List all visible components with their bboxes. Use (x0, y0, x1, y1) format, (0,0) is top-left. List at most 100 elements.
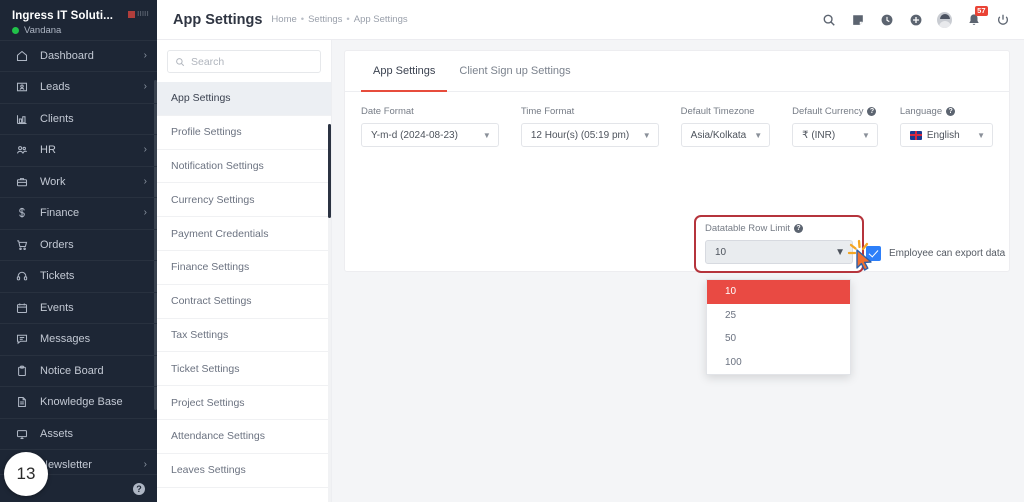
select-value: Y-m-d (2024-08-23) (371, 129, 458, 141)
sidebar-item-label: Orders (40, 238, 74, 251)
sidebar-item-assets[interactable]: Assets (0, 417, 157, 450)
settings-item-profile-settings[interactable]: Profile Settings (157, 116, 331, 150)
settings-item-app-settings[interactable]: App Settings (157, 82, 331, 116)
settings-scrollbar[interactable] (328, 124, 331, 218)
sidebar-item-work[interactable]: Work › (0, 165, 157, 198)
settings-item-notification-settings[interactable]: Notification Settings (157, 150, 331, 184)
bell-icon[interactable]: 57 (966, 6, 988, 27)
chevron-down-icon: ▼ (977, 130, 985, 140)
help-tooltip-icon[interactable]: ? (946, 107, 956, 116)
tab-client-sign-up-settings[interactable]: Client Sign up Settings (447, 51, 582, 91)
default-currency-select[interactable]: ₹ (INR) ▼ (792, 123, 878, 147)
topbar-icons: 57 (821, 6, 1010, 28)
sidebar-nav: Dashboard › Leads › Clients HR › Work › … (0, 39, 157, 475)
settings-search-box[interactable] (167, 50, 321, 73)
settings-item-contract-settings[interactable]: Contract Settings (157, 285, 331, 319)
sidebar-item-label: Newsletter (40, 459, 92, 472)
select-value: English (926, 129, 960, 141)
settings-item-ticket-settings[interactable]: Ticket Settings (157, 352, 331, 387)
sidebar-item-label: Assets (40, 427, 74, 440)
brand-user-name: Vandana (24, 24, 62, 36)
dropdown-option-50[interactable]: 50 (707, 327, 850, 351)
breadcrumb-item-home[interactable]: Home (271, 14, 296, 25)
hr-icon (14, 142, 30, 158)
settings-item-tax-settings[interactable]: Tax Settings (157, 319, 331, 353)
field-date-format: Date Format Y-m-d (2024-08-23) ▼ (361, 106, 499, 147)
chevron-right-icon: › (143, 459, 147, 471)
brand-user: Vandana (12, 25, 147, 36)
settings-item-leaves-settings[interactable]: Leaves Settings (157, 454, 331, 488)
help-tooltip-icon[interactable]: ? (867, 107, 877, 116)
settings-item-currency-settings[interactable]: Currency Settings (157, 183, 331, 218)
notification-badge: 57 (974, 6, 988, 16)
search-input[interactable] (191, 55, 313, 68)
sidebar-item-finance[interactable]: Finance › (0, 197, 157, 229)
chevron-down-icon: ▼ (754, 130, 763, 140)
sidebar-item-tickets[interactable]: Tickets (0, 260, 157, 292)
sidebar-item-label: Knowledge Base (40, 396, 123, 409)
help-icon[interactable]: ? (133, 482, 145, 495)
employee-export-checkbox[interactable] (866, 246, 881, 261)
sidebar-item-orders[interactable]: Orders (0, 228, 157, 261)
settings-item-payment-credentials[interactable]: Payment Credentials (157, 217, 331, 251)
card-tabs: App Settings Client Sign up Settings (345, 51, 1009, 92)
sidebar-item-leads[interactable]: Leads › (0, 71, 157, 103)
default-timezone-select[interactable]: Asia/Kolkata ▼ (680, 123, 771, 147)
content-area: App Settings Home • Settings • App Setti… (157, 0, 1024, 502)
settings-item-attendance-settings[interactable]: Attendance Settings (157, 420, 331, 454)
breadcrumb-item-settings[interactable]: Settings (308, 14, 342, 25)
datatable-row-limit-select[interactable]: 10 ▼ (705, 240, 853, 264)
sidebar-item-notice-board[interactable]: Notice Board (0, 354, 157, 387)
date-format-select[interactable]: Y-m-d (2024-08-23) ▼ (361, 123, 499, 147)
field-label: Date Format (361, 106, 414, 117)
tickets-icon (14, 268, 30, 284)
settings-list: App Settings Profile Settings Notificati… (157, 82, 331, 502)
field-label-text: Datatable Row Limit (705, 223, 791, 234)
sidebar-item-label: Tickets (40, 270, 75, 283)
field-language: Language ? English ▼ (899, 106, 993, 147)
power-icon[interactable] (995, 12, 1010, 27)
messages-icon (14, 331, 30, 347)
plus-icon[interactable] (908, 12, 923, 27)
dropdown-option-10[interactable]: 10 (707, 280, 850, 304)
settings-item-finance-settings[interactable]: Finance Settings (157, 251, 331, 285)
breadcrumb-separator: • (300, 14, 305, 25)
select-value: 12 Hour(s) (05:19 pm) (530, 129, 630, 141)
time-format-select[interactable]: 12 Hour(s) (05:19 pm) ▼ (520, 123, 659, 147)
sidebar-item-messages[interactable]: Messages (0, 323, 157, 355)
dropdown-option-100[interactable]: 100 (707, 351, 850, 375)
sidebar-item-knowledge-base[interactable]: Knowledge Base (0, 386, 157, 418)
note-icon[interactable] (850, 12, 865, 27)
sidebar-item-hr[interactable]: HR › (0, 134, 157, 166)
search-icon[interactable] (821, 12, 836, 27)
language-select[interactable]: English ▼ (899, 123, 993, 147)
employee-export-row[interactable]: Employee can export data (866, 246, 1005, 261)
sidebar-item-label: Work (40, 175, 66, 188)
settings-item-project-settings[interactable]: Project Settings (157, 386, 331, 420)
uk-flag-icon (909, 130, 922, 140)
tab-app-settings[interactable]: App Settings (361, 51, 448, 92)
chevron-right-icon: › (143, 49, 147, 61)
sidebar-item-clients[interactable]: Clients (0, 102, 157, 135)
select-value: Asia/Kolkata (690, 129, 747, 141)
select-value: ₹ (INR) (802, 129, 836, 141)
dropdown-option-25[interactable]: 25 (707, 304, 850, 328)
field-label: Time Format (520, 106, 575, 117)
brand-block[interactable]: Ingress IT Soluti... Vandana IIIII (0, 0, 157, 40)
main-sidebar: Ingress IT Soluti... Vandana IIIII Dashb… (0, 0, 157, 502)
orders-icon (14, 237, 30, 253)
datatable-row-limit-dropdown: 10 25 50 100 (706, 279, 851, 376)
knowledge-base-icon (14, 394, 30, 410)
field-label: Datatable Row Limit ? (705, 223, 853, 234)
avatar[interactable] (937, 11, 952, 28)
clock-icon[interactable] (879, 12, 894, 27)
sidebar-item-label: Clients (40, 112, 74, 125)
sidebar-item-events[interactable]: Events (0, 291, 157, 324)
chevron-right-icon: › (143, 175, 147, 187)
chevron-right-icon: › (143, 144, 147, 156)
field-label-text: Language (899, 106, 943, 117)
body-row: App Settings Profile Settings Notificati… (157, 40, 1024, 502)
chevron-down-icon: ▼ (835, 246, 845, 258)
sidebar-item-dashboard[interactable]: Dashboard › (0, 39, 157, 72)
help-tooltip-icon[interactable]: ? (794, 224, 804, 233)
